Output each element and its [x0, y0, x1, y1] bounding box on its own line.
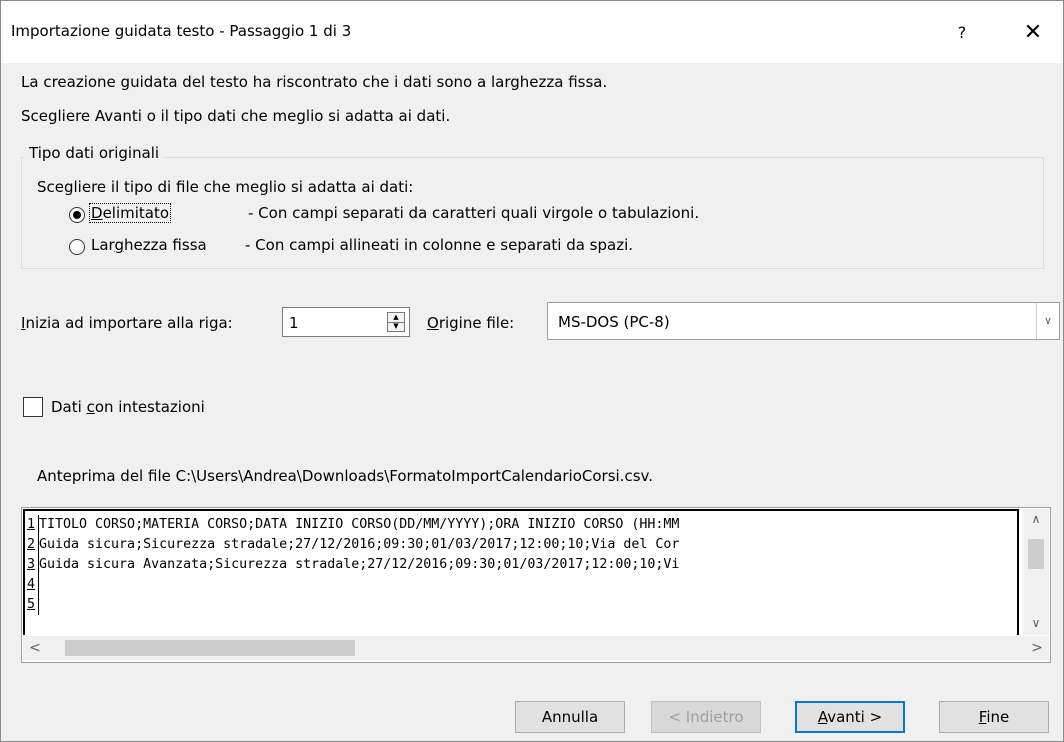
scroll-right-icon[interactable]: > — [1025, 636, 1049, 660]
close-button[interactable]: ✕ — [1015, 15, 1051, 51]
label-rest: nizia ad importare alla riga: — [25, 314, 233, 332]
label-rest: elimitato — [102, 204, 170, 222]
line-number: 5 — [27, 595, 39, 615]
next-button[interactable]: Avanti > — [795, 701, 905, 733]
line-number: 3 — [27, 555, 39, 575]
file-origin-dropdown[interactable]: MS-DOS (PC-8) ∨ — [547, 302, 1060, 340]
dialog-title: Importazione guidata testo - Passaggio 1… — [11, 22, 352, 40]
line-number: 2 — [27, 535, 39, 555]
start-row-stepper[interactable]: 1 ▲ ▼ — [282, 307, 410, 337]
file-type-prompt: Scegliere il tipo di file che meglio si … — [37, 178, 414, 196]
help-button[interactable]: ? — [947, 15, 977, 51]
accel-letter: A — [817, 708, 828, 726]
radio-delimited-label[interactable]: Delimitato — [89, 203, 172, 223]
horizontal-scrollbar[interactable]: < > — [23, 636, 1049, 660]
title-bar: Importazione guidata testo - Passaggio 1… — [1, 1, 1063, 63]
text-import-wizard-dialog: Importazione guidata testo - Passaggio 1… — [0, 0, 1064, 742]
intro-line-2: Scegliere Avanti o il tipo dati che megl… — [21, 107, 451, 125]
radio-fixed-width-button[interactable] — [69, 239, 85, 255]
label-rest: hezza fissa — [123, 236, 207, 254]
label-rest: ine — [986, 708, 1010, 726]
file-origin-value: MS-DOS (PC-8) — [558, 313, 670, 331]
preview-line: 4 — [27, 575, 39, 595]
back-button[interactable]: < Indietro — [651, 701, 761, 733]
label-pre: Lar — [91, 236, 115, 254]
preview-line: 2 Guida sicura;Sicurezza stradale;27/12/2… — [27, 535, 679, 555]
preview-label: Anteprima del file C:\Users\Andrea\Downl… — [37, 467, 653, 485]
preview-line: 5 — [27, 595, 39, 615]
file-preview-pane[interactable]: 1 TITOLO CORSO;MATERIA CORSO;DATA INIZIO … — [21, 507, 1051, 663]
stepper-down-icon[interactable]: ▼ — [388, 322, 404, 331]
intro-line-1: La creazione guidata del testo ha riscon… — [21, 73, 608, 91]
preview-content: 1 TITOLO CORSO;MATERIA CORSO;DATA INIZIO … — [23, 509, 1019, 635]
radio-fixed-width-label[interactable]: Larghezza fissa — [91, 236, 207, 254]
headers-checkbox-label[interactable]: Dati con intestazioni — [51, 398, 205, 416]
label-rest: rigine file: — [438, 314, 515, 332]
cancel-button[interactable]: Annulla — [515, 701, 625, 733]
stepper-buttons: ▲ ▼ — [387, 312, 405, 332]
line-text: Guida sicura Avanzata;Sicurezza stradale… — [39, 557, 680, 572]
horizontal-scroll-thumb[interactable] — [65, 640, 355, 656]
headers-checkbox[interactable] — [23, 397, 43, 417]
preview-line: 3 Guida sicura Avanzata;Sicurezza stradal… — [27, 555, 679, 575]
line-text: TITOLO CORSO;MATERIA CORSO;DATA INIZIO C… — [39, 517, 680, 532]
scroll-down-icon[interactable]: ∨ — [1023, 613, 1049, 633]
radio-delimited-button[interactable] — [69, 207, 85, 223]
group-title: Tipo dati originali — [25, 144, 164, 162]
accel-letter: c — [86, 398, 95, 416]
start-row-label: Inizia ad importare alla riga: — [21, 314, 233, 332]
radio-fixed-width-description: - Con campi allineati in colonne e separ… — [245, 236, 634, 254]
vertical-scroll-thumb[interactable] — [1028, 539, 1044, 569]
line-number: 4 — [27, 575, 39, 595]
finish-button[interactable]: Fine — [939, 701, 1049, 733]
start-row-value[interactable]: 1 — [289, 314, 299, 332]
label-rest: vanti > — [827, 708, 883, 726]
accel-letter: D — [91, 204, 103, 222]
scroll-up-icon[interactable]: ∧ — [1023, 509, 1049, 529]
line-number: 1 — [27, 515, 39, 535]
accel-letter: O — [427, 314, 439, 332]
file-origin-label: Origine file: — [427, 314, 514, 332]
radio-delimited-description: - Con campi separati da caratteri quali … — [248, 204, 700, 222]
label-rest: on intestazioni — [94, 398, 205, 416]
accel-letter: g — [114, 236, 124, 254]
scroll-left-icon[interactable]: < — [23, 636, 47, 660]
label-pre: Dati — [51, 398, 87, 416]
chevron-down-icon[interactable]: ∨ — [1036, 303, 1059, 339]
vertical-scrollbar[interactable]: ∧ ∨ — [1023, 509, 1049, 635]
preview-line: 1 TITOLO CORSO;MATERIA CORSO;DATA INIZIO … — [27, 515, 679, 535]
line-text: Guida sicura;Sicurezza stradale;27/12/20… — [39, 537, 680, 552]
